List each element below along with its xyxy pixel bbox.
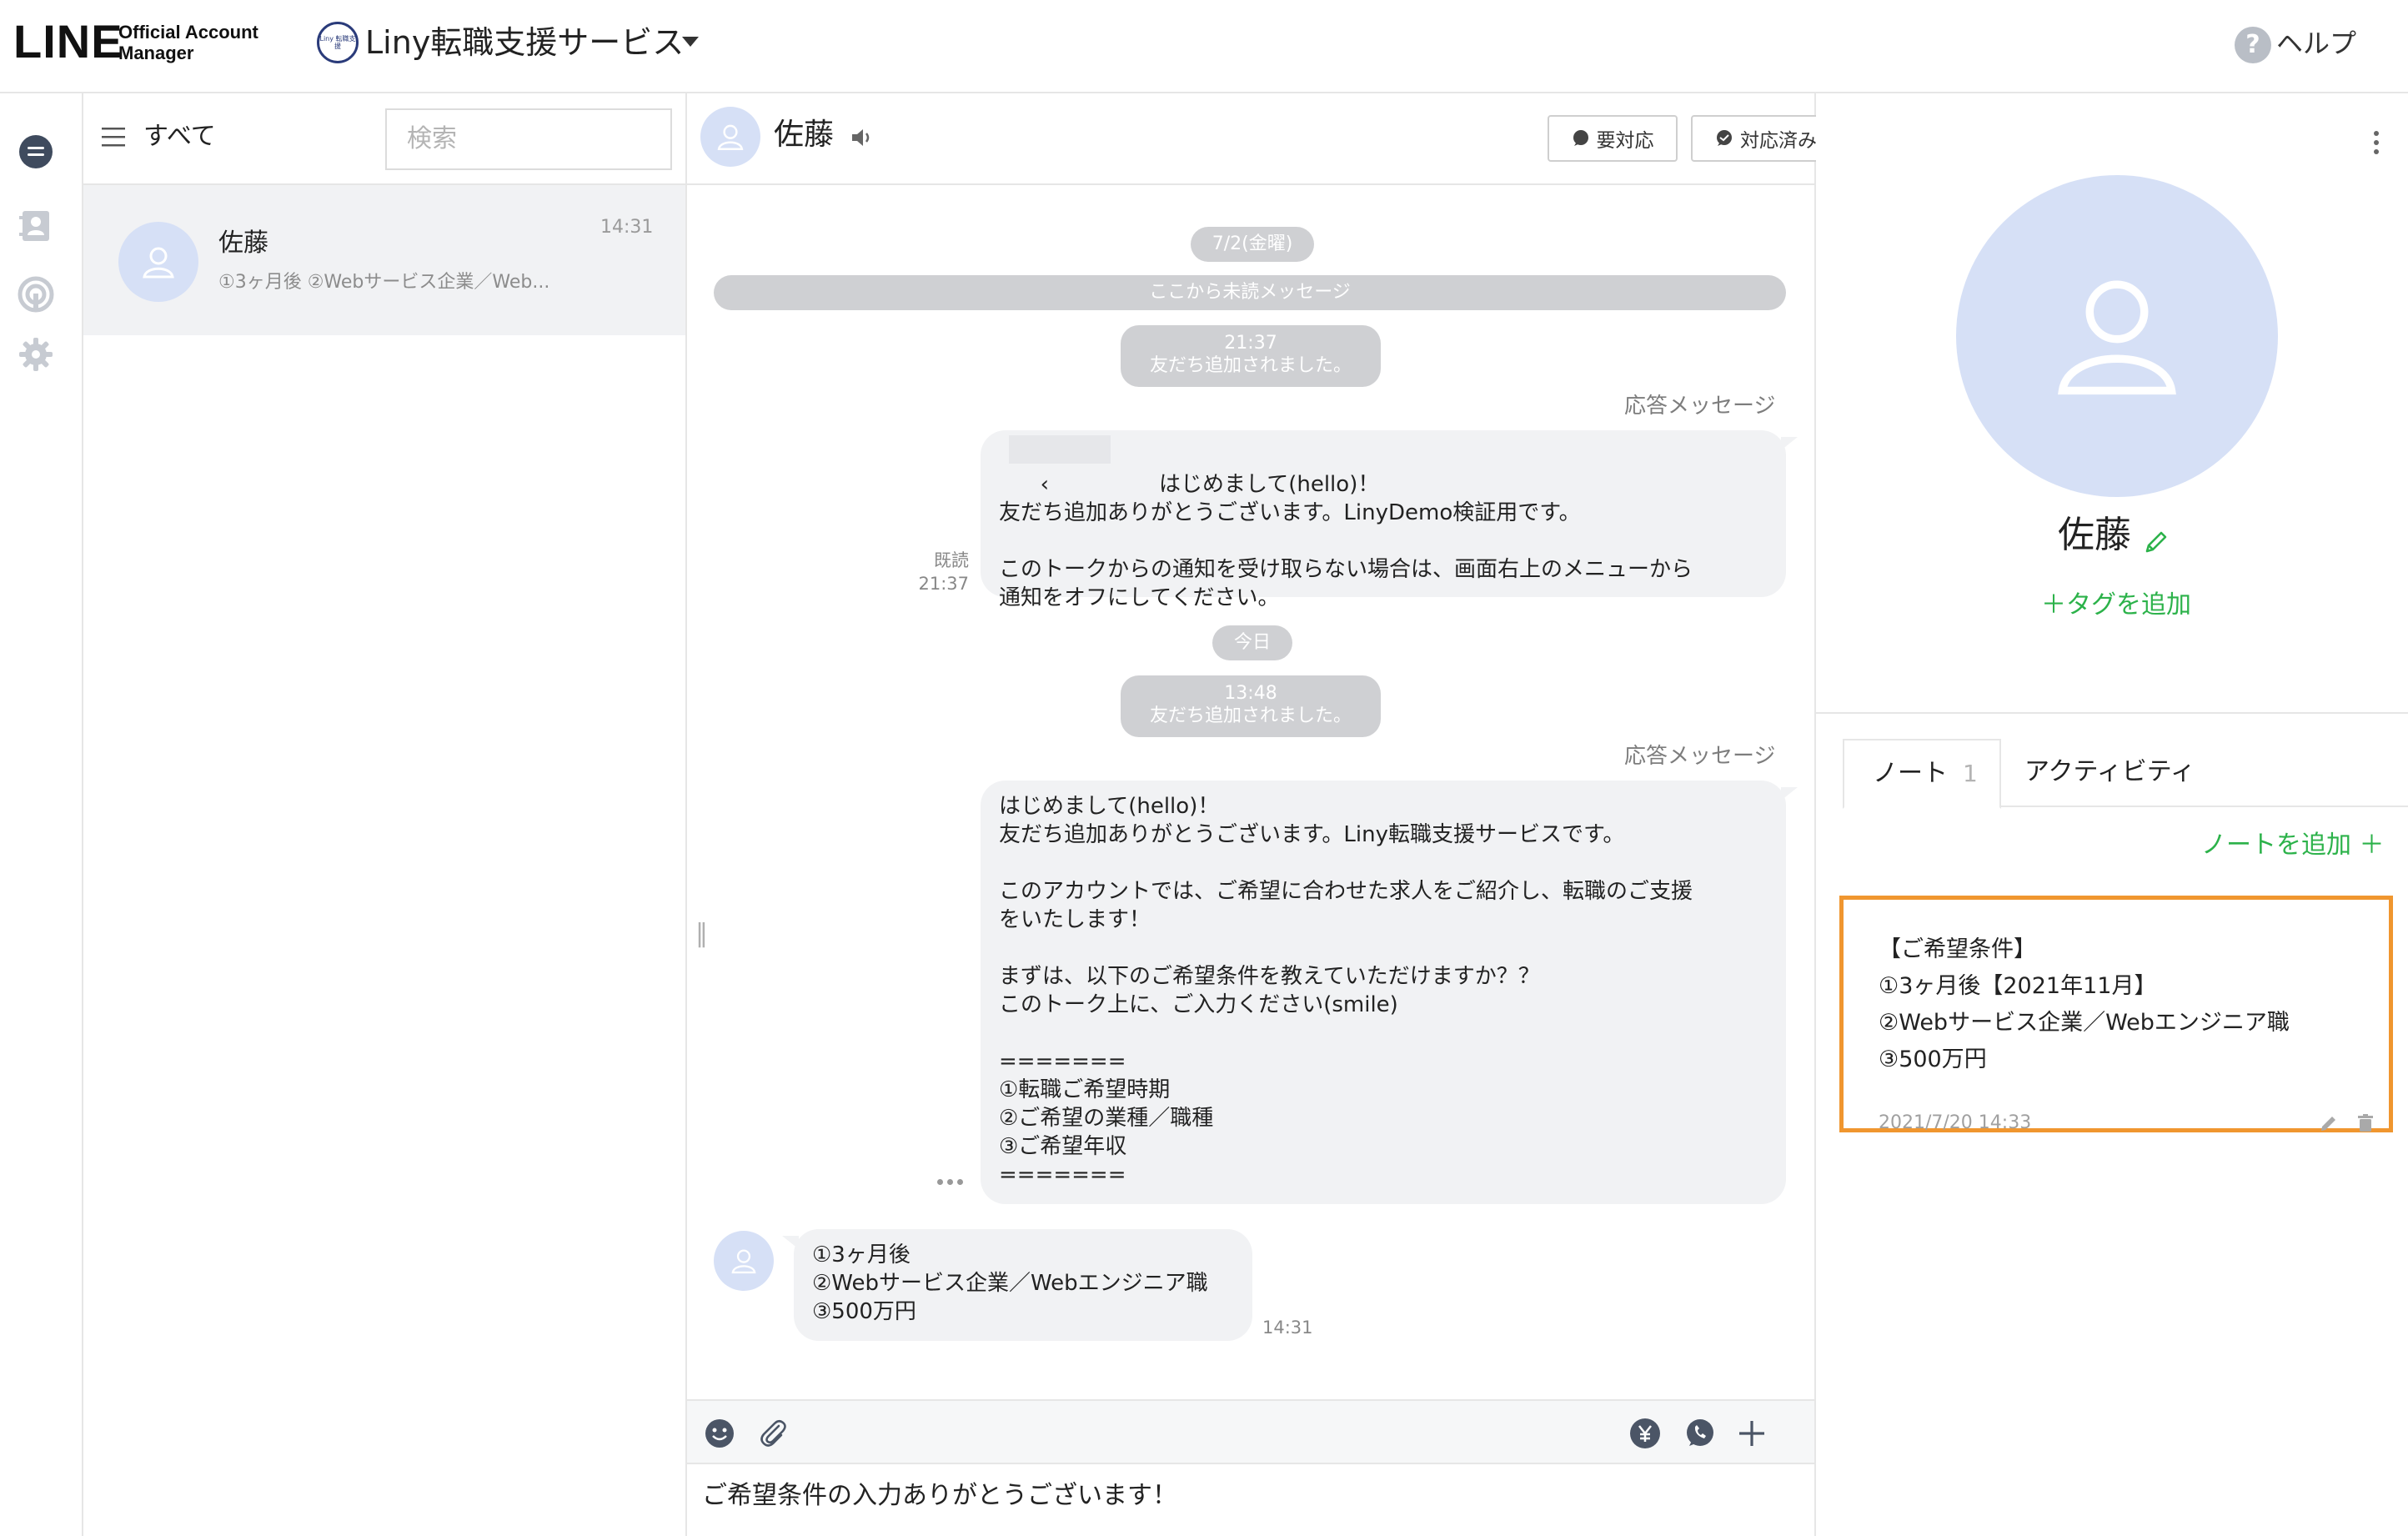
message-time: 14:31 (1262, 1318, 1313, 1338)
menu-icon[interactable] (102, 127, 125, 147)
broadcast-icon[interactable] (15, 274, 57, 315)
unread-divider: ここから未読メッセージ (714, 275, 1786, 310)
tab-note[interactable]: ノート 1 (1843, 739, 2001, 809)
gear-icon[interactable] (15, 334, 57, 375)
pencil-icon[interactable] (2143, 529, 2170, 555)
read-label: 既読 (934, 550, 969, 570)
bubble-prefix: ‹ (1040, 472, 1049, 497)
incoming-message[interactable]: ①3ヶ月後 ②Webサービス企業／Webエンジニア職 ③500万円 (782, 1229, 1252, 1341)
read-receipt: 既読 21:37 (914, 549, 969, 595)
tab-note-label: ノート (1873, 759, 1948, 788)
chat-item-time: 14:31 (600, 217, 654, 238)
pencil-icon[interactable] (2319, 1113, 2339, 1133)
check-bubble-icon (1717, 130, 1732, 146)
chat-bubble-icon (1573, 130, 1588, 146)
logo-subtitle-line-1: Official Account (118, 22, 258, 43)
profile-name: 佐藤 (2058, 514, 2131, 556)
auto-reply-label: 応答メッセージ (1624, 744, 1776, 769)
chat-list-header: すべて 検索 (83, 93, 685, 185)
system-message-time: 21:37 (1224, 333, 1277, 354)
redacted-name (1009, 435, 1111, 464)
logo-subtitle: Official Account Manager (118, 22, 258, 63)
note-count-badge: 1 (1963, 760, 1978, 787)
speaker-icon[interactable] (850, 127, 874, 148)
account-avatar[interactable]: Liny 転職支援 (317, 22, 359, 63)
profile-avatar[interactable] (1956, 175, 2278, 497)
bubble-first-line: はじめまして(hello)！ (1159, 472, 1380, 497)
chat-filter-dropdown[interactable]: すべて (143, 120, 216, 153)
read-time: 21:37 (918, 574, 969, 594)
line-logo[interactable]: LINE (13, 15, 123, 68)
system-message: 21:37 友だち追加されました。 (1121, 325, 1381, 387)
help-icon[interactable]: ? (2235, 27, 2271, 63)
emoji-icon[interactable] (702, 1416, 737, 1451)
chat-icon[interactable] (15, 132, 57, 173)
composer-toolbar (687, 1399, 1814, 1464)
payment-icon[interactable] (1628, 1416, 1663, 1451)
call-icon[interactable] (1683, 1416, 1718, 1451)
chat-item-preview: ①3ヶ月後 ②Webサービス企業／Web... (218, 272, 550, 293)
avatar[interactable] (700, 107, 760, 167)
help-link[interactable]: ヘルプ (2276, 25, 2356, 62)
add-tag-button[interactable]: ＋タグを追加 (2041, 589, 2191, 622)
account-name[interactable]: Liny転職支援サービス (365, 23, 684, 62)
divider (1816, 712, 2408, 714)
conversation-header: 佐藤 要対応 対応済み 検索 (687, 93, 1954, 185)
system-message-time: 13:48 (1224, 683, 1277, 704)
message-thread[interactable]: 7/2(金曜) ここから未読メッセージ 21:37 友だち追加されました。 応答… (687, 185, 1814, 1399)
outgoing-message[interactable]: はじめまして(hello)！ 友だち追加ありがとうございます。Liny転職支援サ… (981, 781, 1798, 1204)
bubble-text: 友だち追加ありがとうございます。LinyDemo検証用です。 このトークからの通… (999, 500, 1693, 610)
kebab-menu-icon[interactable] (2373, 130, 2380, 155)
note-card[interactable]: 【ご希望条件】 ①3ヶ月後【2021年11月】 ②Webサービス企業／Webエン… (1839, 896, 2393, 1133)
system-message-text: 友だち追加されました。 (1149, 705, 1352, 726)
chevron-down-icon[interactable] (682, 37, 699, 47)
needs-action-label: 要対応 (1596, 130, 1654, 152)
nav-rail (0, 93, 83, 1536)
date-separator: 7/2(金曜) (1191, 227, 1314, 262)
system-message: 13:48 友だち追加されました。 (1121, 675, 1381, 737)
needs-action-button[interactable]: 要対応 (1548, 115, 1678, 162)
chat-item-name: 佐藤 (218, 228, 268, 258)
conversation-title: 佐藤 (774, 118, 835, 152)
system-message-text: 友だち追加されました。 (1149, 355, 1352, 376)
more-options-icon[interactable] (937, 1172, 971, 1185)
avatar[interactable] (714, 1231, 774, 1291)
outgoing-message[interactable]: ‹ はじめまして(hello)！ 友だち追加ありがとうございます。LinyDemo… (981, 430, 1798, 610)
note-date: 2021/7/20 14:33 (1879, 1112, 2032, 1133)
add-note-button[interactable]: ノートを追加 ＋ (2201, 829, 2385, 862)
tab-activity[interactable]: アクティビティ (2024, 739, 2195, 807)
auto-reply-label: 応答メッセージ (1624, 394, 1776, 419)
plus-icon[interactable] (1734, 1416, 1769, 1451)
profile-pane: 佐藤 ＋タグを追加 ノート 1 アクティビティ ノートを追加 ＋ 【ご希望条件】 … (1816, 93, 2408, 1536)
logo-subtitle-line-2: Manager (118, 43, 194, 63)
done-label: 対応済み (1740, 130, 1817, 152)
note-body: 【ご希望条件】 ①3ヶ月後【2021年11月】 ②Webサービス企業／Webエン… (1879, 936, 2290, 1072)
profile-tabs: ノート 1 アクティビティ (1843, 739, 2408, 809)
top-header: LINE Official Account Manager Liny 転職支援 … (0, 0, 2408, 93)
chat-list-item[interactable]: 佐藤 ①3ヶ月後 ②Webサービス企業／Web... 14:31 (83, 185, 685, 335)
avatar (118, 222, 198, 302)
message-input[interactable]: ご希望条件の入力ありがとうございます！ (702, 1478, 1177, 1514)
attachment-icon[interactable] (755, 1416, 790, 1451)
date-separator: 今日 (1212, 625, 1292, 660)
contacts-icon[interactable] (15, 205, 57, 247)
resize-handle[interactable]: ‖ (695, 919, 708, 948)
trash-icon[interactable] (2355, 1113, 2375, 1133)
chat-list-pane: すべて 検索 佐藤 ①3ヶ月後 ②Webサービス企業／Web... 14:31 (83, 93, 687, 1536)
chat-search-input[interactable]: 検索 (385, 108, 672, 170)
conversation-pane: 佐藤 要対応 対応済み 検索 7/2(金曜) ここから未読メッセージ 21:37… (687, 93, 1954, 1536)
